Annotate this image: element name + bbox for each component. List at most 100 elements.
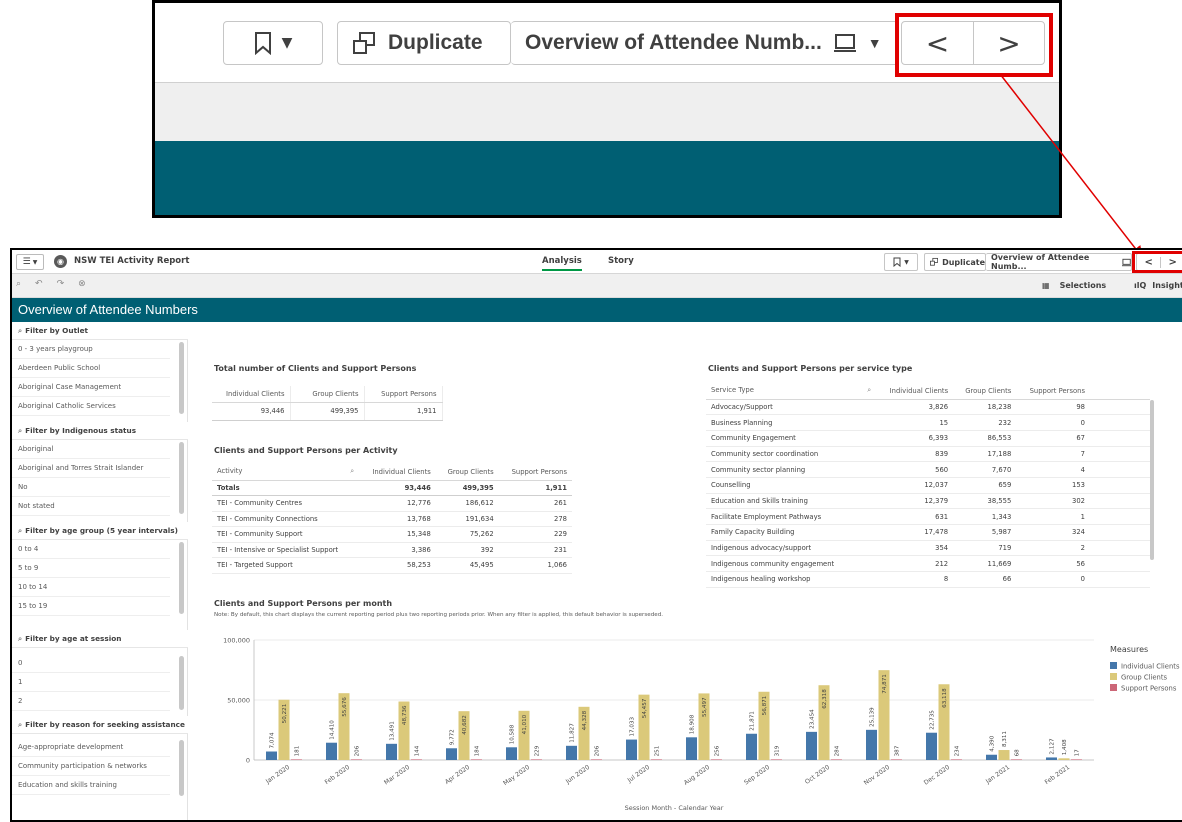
smart-search-icon[interactable]: ⌕ [16,279,21,289]
list-item[interactable]: 5 to 9 [12,559,170,578]
column-header-service-type[interactable]: Service Type ⌕ [706,383,876,400]
table-cell: 17,478 [876,524,954,541]
bookmark-button[interactable]: ▼ [884,253,918,271]
bar-support-persons [531,759,542,760]
column-header[interactable]: Support Persons [1016,383,1090,400]
table-row[interactable]: TEI - Community Support 15,348 75,262 229 [212,526,572,543]
scrollbar[interactable] [179,740,184,796]
tab-analysis[interactable]: Analysis [542,256,582,271]
data-label-support-persons: 387 [895,745,901,756]
list-item[interactable]: Education and skills training [12,776,170,795]
scrollbar[interactable] [179,656,184,710]
main-menu-button[interactable]: ☰ ▼ [16,254,44,270]
list-item[interactable]: Aboriginal Catholic Services [12,397,170,416]
column-header[interactable]: Individual Clients [876,383,954,400]
table-cell: 1,066 [498,557,572,574]
list-item[interactable]: 10 to 14 [12,578,170,597]
filter-header[interactable]: ⌕ Filter by age at session [12,630,188,648]
hamburger-icon: ☰ [22,257,31,267]
bar-support-persons [591,759,602,760]
table-row[interactable]: Community sector coordination 839 17,188 7 [706,446,1150,463]
scrollbar[interactable] [1150,400,1154,560]
list-item[interactable]: Not stated [12,497,170,516]
column-header[interactable]: Individual Clients [212,386,291,403]
search-icon[interactable]: ⌕ [867,386,871,395]
table-row[interactable]: Counselling 12,037 659 153 [706,477,1150,494]
table-row[interactable]: Indigenous community engagement 212 11,669… [706,555,1150,573]
list-item[interactable]: Community participation & networks [12,757,170,776]
table-cell-spacer [1090,461,1150,478]
legend-entry: Support Persons [1121,685,1177,693]
list-item[interactable]: 1 [12,673,170,692]
filter-header[interactable]: ⌕ Filter by Indigenous status [12,422,188,440]
table-row[interactable]: Community sector planning 560 7,670 4 [706,461,1150,478]
sheet-selector[interactable]: Overview of Attendee Numb... [986,253,1132,271]
table-row[interactable]: TEI - Targeted Support 58,253 45,495 1,066 [212,557,572,574]
data-label-support-persons: 206 [355,745,361,756]
service-table-title: Clients and Support Persons per service … [708,364,913,373]
list-item[interactable]: No [12,478,170,497]
table-row[interactable]: Business Planning 15 232 0 [706,414,1150,431]
step-back-icon[interactable]: ↶ [35,279,43,289]
scrollbar[interactable] [179,342,184,414]
filter-header[interactable]: ⌕ Filter by reason for seeking assistance [12,716,188,734]
bar-individual-clients [446,748,457,760]
legend-entry: Individual Clients [1121,663,1180,671]
data-label-individual-clients: 25,139 [870,707,876,727]
selections-button[interactable]: ▦ Selections [1042,281,1106,290]
table-row[interactable]: TEI - Community Centres 12,776 186,612 261 [212,495,572,512]
table-row[interactable]: Education and Skills training 12,379 38,55… [706,493,1150,510]
selection-tools: ⌕ ↶ ↷ ⊗ [16,279,86,289]
table-cell: 1,911 [498,480,572,496]
table-row[interactable]: TEI - Community Connections 13,768 191,634… [212,511,572,527]
column-header[interactable]: Group Clients [435,464,499,481]
list-item[interactable]: Aboriginal Case Management [12,378,170,397]
list-item[interactable]: 0 to 4 [12,540,170,559]
activity-table: Activity ⌕ Individual Clients Group Clien… [212,464,572,574]
tab-story[interactable]: Story [608,256,634,266]
search-icon: ⌕ [18,426,23,435]
scrollbar[interactable] [179,542,184,614]
filter-header[interactable]: ⌕ Filter by Outlet [12,322,188,340]
table-cell: 3,386 [359,542,436,558]
column-header[interactable]: Support Persons [498,464,572,481]
table-row[interactable]: Family Capacity Building 17,478 5,987 324 [706,524,1150,541]
x-tick-label: May 2020 [502,764,531,787]
duplicate-icon [930,257,939,266]
highlight-box [1132,251,1182,273]
list-item[interactable]: Aboriginal and Torres Strait Islander [12,459,170,478]
list-item[interactable]: Age-appropriate development [12,738,170,757]
table-cell: 1,911 [364,402,443,421]
table-row[interactable]: Facilitate Employment Pathways 631 1,343 1 [706,508,1150,525]
column-header[interactable]: Group Clients [953,383,1017,400]
table-cell: 98 [1016,399,1090,416]
step-forward-icon[interactable]: ↷ [57,279,65,289]
search-icon[interactable]: ⌕ [350,467,354,476]
clear-selections-icon[interactable]: ⊗ [78,279,86,289]
list-item[interactable]: 0 [12,654,170,673]
list-item[interactable]: 15 to 19 [12,597,170,616]
table-row[interactable]: Indigenous healing workshop 8 66 0 [706,571,1150,588]
list-item[interactable]: Aberdeen Public School [12,359,170,378]
table-cell: Community sector planning [706,461,876,478]
scrollbar[interactable] [179,442,184,514]
table-cell-spacer [1090,540,1150,557]
table-row[interactable]: Indigenous advocacy/support 354 719 2 [706,540,1150,557]
column-header[interactable]: Group Clients [290,386,365,403]
duplicate-button[interactable]: Duplicate [924,253,986,271]
filter-header[interactable]: ⌕ Filter by age group (5 year intervals) [12,522,188,540]
table-cell: 659 [953,477,1017,494]
list-item[interactable]: 0 - 3 years playgroup [12,340,170,359]
table-row[interactable]: TEI - Intensive or Specialist Support 3,3… [212,542,572,558]
column-header-activity[interactable]: Activity ⌕ [212,464,360,481]
column-header[interactable]: Individual Clients [359,464,436,481]
list-item[interactable]: 2 [12,692,170,711]
totals-table-title: Total number of Clients and Support Pers… [214,364,417,373]
table-row[interactable]: Advocacy/Support 3,826 18,238 98 [706,399,1150,416]
table-cell: Indigenous community engagement [706,555,876,573]
column-header[interactable]: Support Persons [364,386,443,403]
insights-button[interactable]: ılQ Insights [1134,281,1182,290]
list-item[interactable]: Aboriginal [12,440,170,459]
bar-support-persons [891,759,902,760]
table-row[interactable]: Community Engagement 6,393 86,553 67 [706,430,1150,447]
